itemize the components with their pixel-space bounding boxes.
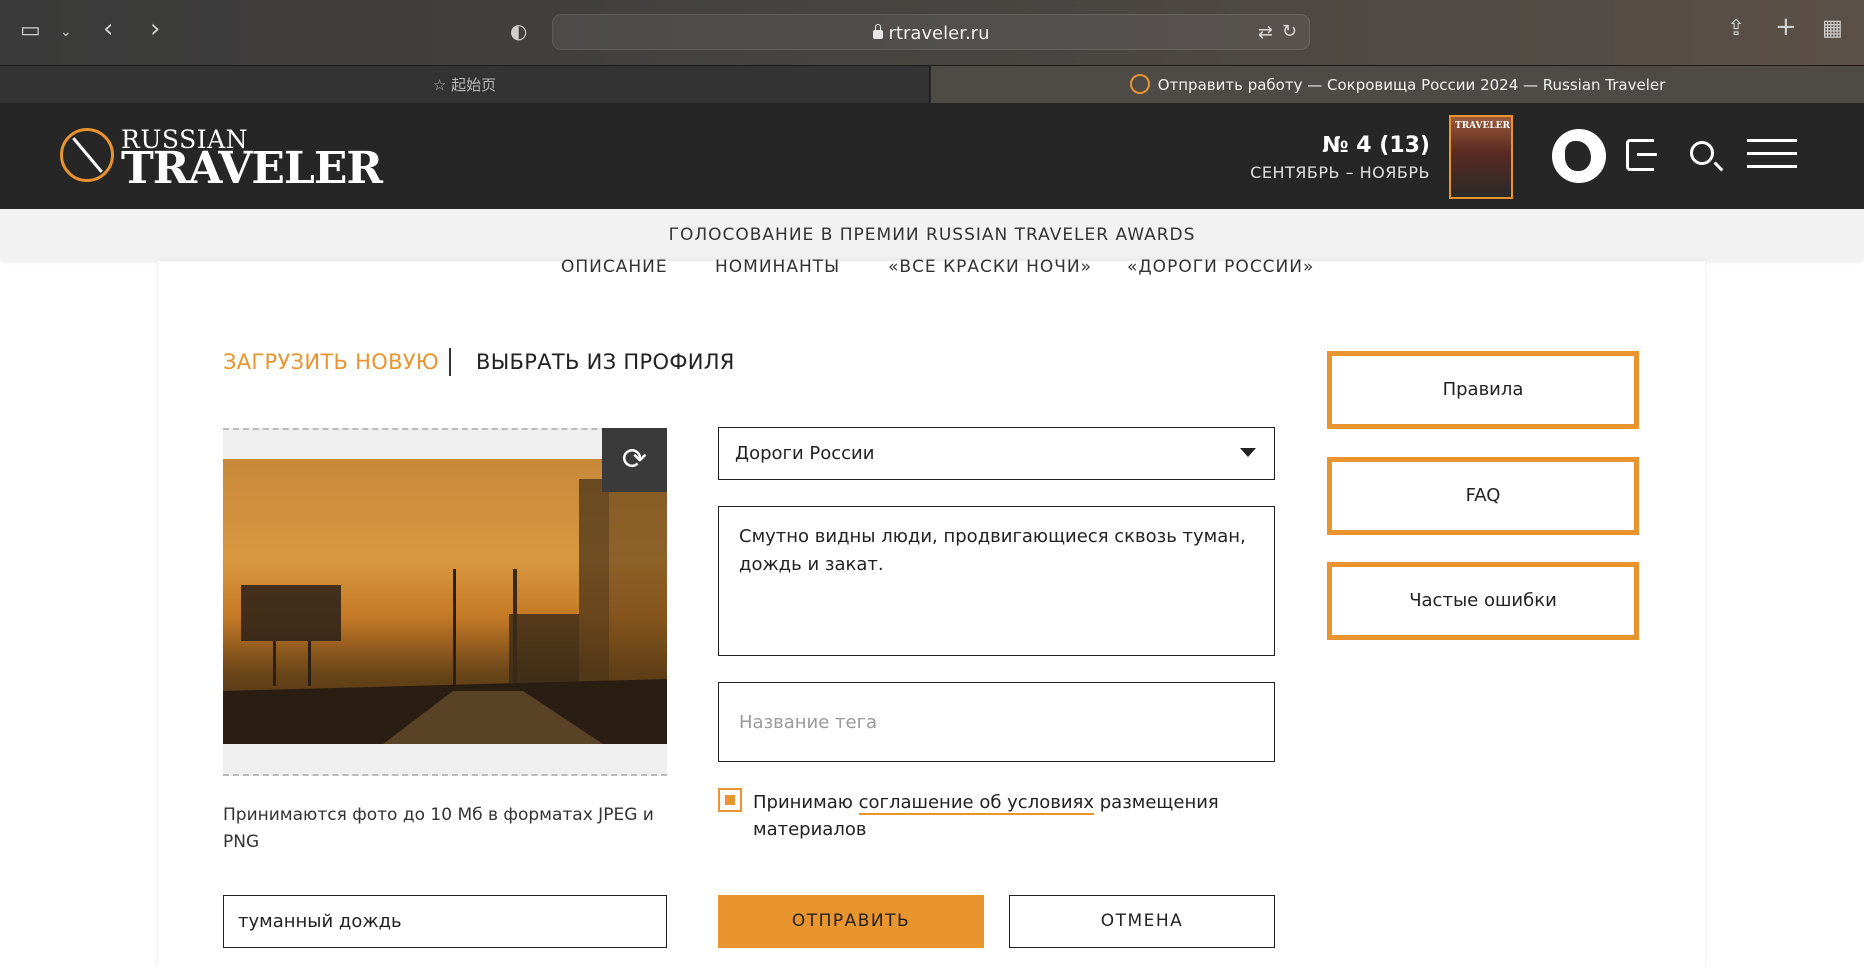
logout-icon[interactable]: [1626, 139, 1657, 171]
lock-icon: [872, 24, 883, 39]
tab-overview-icon[interactable]: ▦: [1822, 18, 1843, 40]
common-errors-button[interactable]: Частые ошибки: [1327, 562, 1639, 640]
tab-separator: [449, 348, 451, 376]
logo-text-big[interactable]: TRAVELER: [121, 143, 383, 194]
awards-bar[interactable]: ГОЛОСОВАНИЕ В ПРЕМИИ RUSSIAN TRAVELER AW…: [0, 209, 1864, 261]
category-value: Дороги России: [735, 443, 875, 464]
cancel-button[interactable]: ОТМЕНА: [1009, 895, 1275, 948]
translate-icon[interactable]: ⇄: [1258, 22, 1273, 43]
tab-start-page[interactable]: ☆ 起始页: [0, 66, 930, 104]
category-select[interactable]: Дороги России: [718, 427, 1275, 480]
photo-tag-input[interactable]: туманный дождь: [223, 895, 667, 948]
issue-period: СЕНТЯБРЬ – НОЯБРЬ: [1250, 163, 1430, 182]
cover-label: TRAVELER: [1455, 121, 1511, 131]
replace-photo-button[interactable]: ⟳: [602, 428, 667, 492]
uploaded-photo: [223, 459, 667, 744]
tab-upload-new[interactable]: ЗАГРУЗИТЬ НОВУЮ: [223, 350, 439, 374]
compass-logo-icon[interactable]: [60, 128, 114, 182]
agreement-link[interactable]: соглашение об условиях: [858, 792, 1095, 815]
share-icon[interactable]: ⇪: [1727, 18, 1745, 40]
chevron-down-icon[interactable]: ⌄: [60, 21, 72, 43]
subnav-description[interactable]: ОПИСАНИЕ: [561, 257, 668, 277]
rules-button[interactable]: Правила: [1327, 351, 1639, 429]
menu-icon[interactable]: [1747, 139, 1797, 169]
browser-toolbar: ▭ ⌄ ‹ › ◐ rtraveler.ru ⇄ ↻ ⇪ + ▦: [0, 0, 1864, 65]
subnav-night-colors[interactable]: «ВСЕ КРАСКИ НОЧИ»: [888, 257, 1092, 277]
star-icon: ☆: [432, 76, 452, 94]
magazine-cover[interactable]: TRAVELER: [1449, 115, 1513, 199]
shield-icon[interactable]: ◐: [510, 20, 527, 42]
address-bar[interactable]: rtraveler.ru ⇄ ↻: [552, 14, 1310, 50]
tab-label: 起始页: [451, 76, 497, 94]
awards-title[interactable]: ГОЛОСОВАНИЕ В ПРЕМИИ RUSSIAN TRAVELER AW…: [0, 225, 1864, 245]
submit-button[interactable]: ОТПРАВИТЬ: [718, 895, 984, 948]
agree-label: Принимаю соглашение об условиях размещен…: [753, 792, 1219, 840]
tab-label: Отправить работу — Сокровища России 2024…: [1157, 76, 1666, 94]
subnav-russian-roads[interactable]: «ДОРОГИ РОССИИ»: [1127, 257, 1314, 277]
tab-bar: ☆ 起始页 Отправить работу — Сокровища Росси…: [0, 65, 1864, 104]
back-icon[interactable]: ‹: [103, 16, 113, 42]
tag-name-input[interactable]: Название тега: [718, 682, 1275, 762]
issue-number[interactable]: № 4 (13): [1322, 133, 1430, 158]
forward-icon[interactable]: ›: [150, 16, 160, 42]
upload-hint: Принимаются фото до 10 Мб в форматах JPE…: [223, 805, 654, 852]
subnav-nominees[interactable]: НОМИНАНТЫ: [715, 257, 840, 277]
user-avatar[interactable]: [1552, 129, 1606, 183]
faq-button[interactable]: FAQ: [1327, 457, 1639, 535]
reload-icon[interactable]: ↻: [1282, 21, 1297, 42]
description-textarea[interactable]: Смутно видны люди, продвигающиеся сквозь…: [718, 506, 1275, 656]
sidebar-toggle-icon[interactable]: ▭: [20, 20, 41, 42]
agree-checkbox[interactable]: [718, 788, 742, 812]
tab-current[interactable]: Отправить работу — Сокровища России 2024…: [931, 66, 1864, 104]
tab-choose-from-profile[interactable]: ВЫБРАТЬ ИЗ ПРОФИЛЯ: [476, 350, 735, 374]
url-text: rtraveler.ru: [888, 23, 990, 44]
new-tab-icon[interactable]: +: [1775, 14, 1797, 40]
site-header: RUSSIAN TRAVELER № 4 (13) СЕНТЯБРЬ – НОЯ…: [0, 103, 1864, 209]
refresh-icon: ⟳: [621, 442, 648, 477]
site-favicon-icon: [1129, 73, 1150, 94]
caret-down-icon: [1240, 448, 1256, 457]
search-icon[interactable]: [1690, 141, 1714, 165]
